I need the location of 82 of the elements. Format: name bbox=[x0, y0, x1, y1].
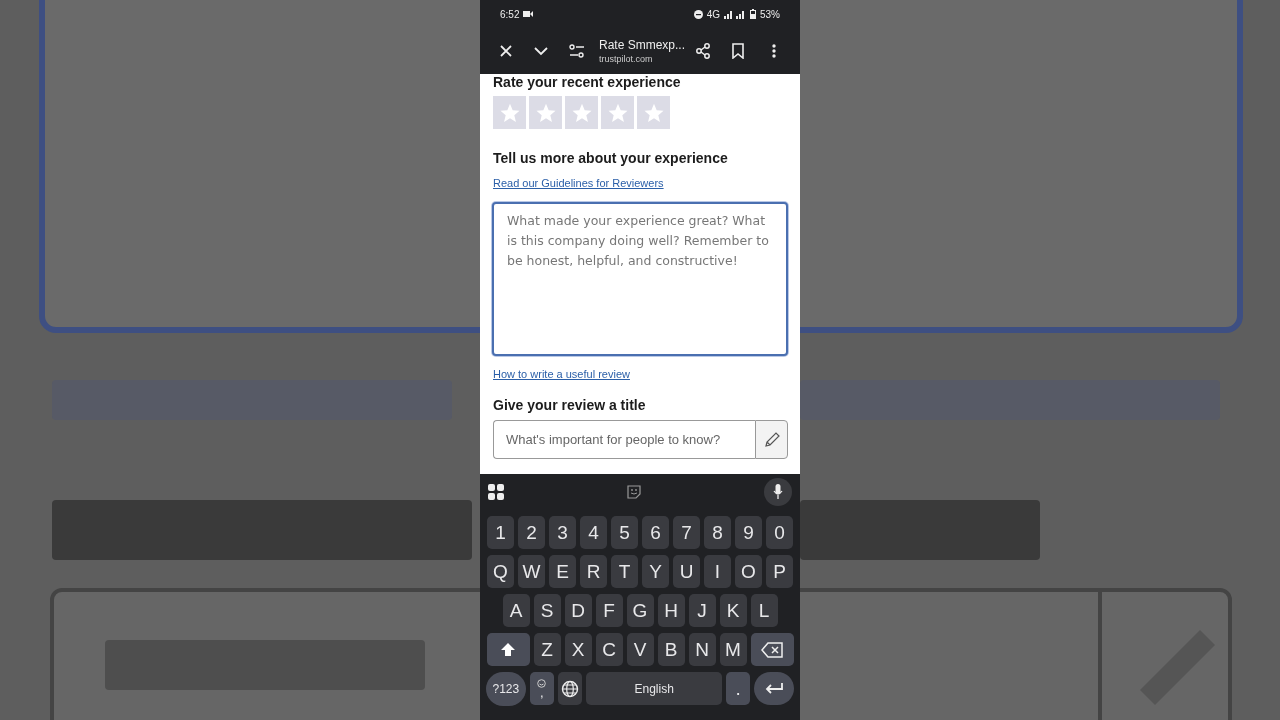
keyboard-key[interactable]: H bbox=[657, 594, 685, 627]
star-rating-box[interactable] bbox=[529, 96, 562, 129]
keyboard-key[interactable]: 5 bbox=[611, 516, 638, 549]
close-icon bbox=[498, 44, 513, 58]
battery-icon bbox=[750, 9, 756, 19]
page-title: Rate Smmexp... bbox=[598, 38, 685, 52]
period-key[interactable]: . bbox=[725, 672, 751, 705]
enter-key[interactable] bbox=[754, 672, 794, 705]
keyboard-key[interactable]: 1 bbox=[487, 516, 514, 549]
apps-grid-icon[interactable] bbox=[488, 484, 504, 500]
keyboard-key[interactable]: E bbox=[549, 555, 576, 588]
globe-icon bbox=[561, 679, 580, 698]
section-heading: Give your review a title bbox=[493, 397, 647, 413]
keyboard-key[interactable]: T bbox=[611, 555, 638, 588]
keyboard-key[interactable]: X bbox=[564, 633, 592, 666]
network-type: 4G bbox=[706, 8, 720, 20]
status-time: 6:52 bbox=[500, 8, 520, 20]
keyboard-key[interactable]: W bbox=[518, 555, 545, 588]
keyboard-key[interactable]: B bbox=[657, 633, 685, 666]
star-rating-box[interactable] bbox=[637, 96, 670, 129]
keyboard-key[interactable]: 0 bbox=[766, 516, 793, 549]
keyboard-key[interactable]: D bbox=[564, 594, 592, 627]
comma-key[interactable]: , bbox=[529, 672, 555, 705]
globe-key[interactable] bbox=[558, 672, 583, 705]
keyboard-key[interactable]: Q bbox=[487, 555, 514, 588]
keyboard-key[interactable]: Z bbox=[533, 633, 561, 666]
keyboard-key[interactable]: N bbox=[688, 633, 716, 666]
pencil-button[interactable] bbox=[755, 420, 788, 459]
battery-percent: 53% bbox=[760, 8, 780, 20]
keyboard-key[interactable]: R bbox=[580, 555, 607, 588]
keyboard-key[interactable]: 7 bbox=[673, 516, 700, 549]
emoji-icon bbox=[537, 679, 547, 688]
enter-icon bbox=[764, 681, 785, 696]
keyboard-key[interactable]: 9 bbox=[735, 516, 762, 549]
keyboard-key[interactable]: K bbox=[719, 594, 747, 627]
keyboard-key[interactable]: F bbox=[595, 594, 623, 627]
keyboard-key[interactable]: P bbox=[766, 555, 793, 588]
keyboard-key[interactable]: M bbox=[719, 633, 747, 666]
keyboard-key[interactable]: U bbox=[673, 555, 700, 588]
video-icon bbox=[523, 10, 534, 18]
share-icon bbox=[694, 43, 711, 59]
sticker-icon[interactable] bbox=[627, 485, 641, 499]
keyboard-key[interactable]: V bbox=[626, 633, 654, 666]
keyboard-key[interactable]: I bbox=[704, 555, 731, 588]
keyboard-key[interactable]: J bbox=[688, 594, 716, 627]
keyboard-key[interactable]: 3 bbox=[549, 516, 576, 549]
keyboard-key[interactable]: Y bbox=[642, 555, 669, 588]
bookmark-icon bbox=[732, 43, 745, 59]
backspace-icon bbox=[761, 641, 783, 658]
space-key[interactable]: English bbox=[586, 672, 722, 705]
keyboard-key[interactable]: 8 bbox=[704, 516, 731, 549]
section-heading: Rate your recent experience bbox=[493, 74, 682, 90]
review-text-field[interactable]: What made your experience great? What is this company doing well? Remember to be honest, helpful, and constructive! bbox=[492, 202, 788, 356]
symbols-key[interactable]: ?123 bbox=[486, 672, 526, 706]
help-link[interactable]: How to write a useful review bbox=[493, 368, 630, 380]
title-field[interactable]: What's important for people to know? bbox=[493, 420, 755, 459]
keyboard-key[interactable]: L bbox=[750, 594, 778, 627]
page-url: trustpilot.com bbox=[598, 54, 653, 64]
microphone-button[interactable] bbox=[764, 478, 792, 506]
keyboard-key[interactable]: 2 bbox=[518, 516, 545, 549]
keyboard-key[interactable]: O bbox=[735, 555, 762, 588]
microphone-icon bbox=[773, 484, 783, 500]
star-rating-box[interactable] bbox=[601, 96, 634, 129]
keyboard-key[interactable]: 6 bbox=[642, 516, 669, 549]
backspace-key[interactable] bbox=[750, 633, 794, 666]
pencil-icon bbox=[762, 430, 781, 449]
shift-icon bbox=[500, 641, 516, 658]
guidelines-link[interactable]: Read our Guidelines for Reviewers bbox=[493, 177, 664, 189]
sliders-icon bbox=[569, 44, 586, 58]
shift-key[interactable] bbox=[486, 633, 530, 666]
signal-icon bbox=[724, 9, 746, 19]
keyboard-key[interactable]: C bbox=[595, 633, 623, 666]
more-icon bbox=[772, 44, 777, 58]
star-rating-box[interactable] bbox=[565, 96, 598, 129]
chevron-down-icon bbox=[533, 46, 550, 56]
keyboard-key[interactable]: A bbox=[502, 594, 530, 627]
do-not-disturb-icon bbox=[693, 9, 703, 19]
star-rating-box[interactable] bbox=[493, 96, 526, 129]
section-heading: Tell us more about your experience bbox=[493, 150, 729, 166]
keyboard-key[interactable]: S bbox=[533, 594, 561, 627]
keyboard-key[interactable]: G bbox=[626, 594, 654, 627]
keyboard-key[interactable]: 4 bbox=[580, 516, 607, 549]
